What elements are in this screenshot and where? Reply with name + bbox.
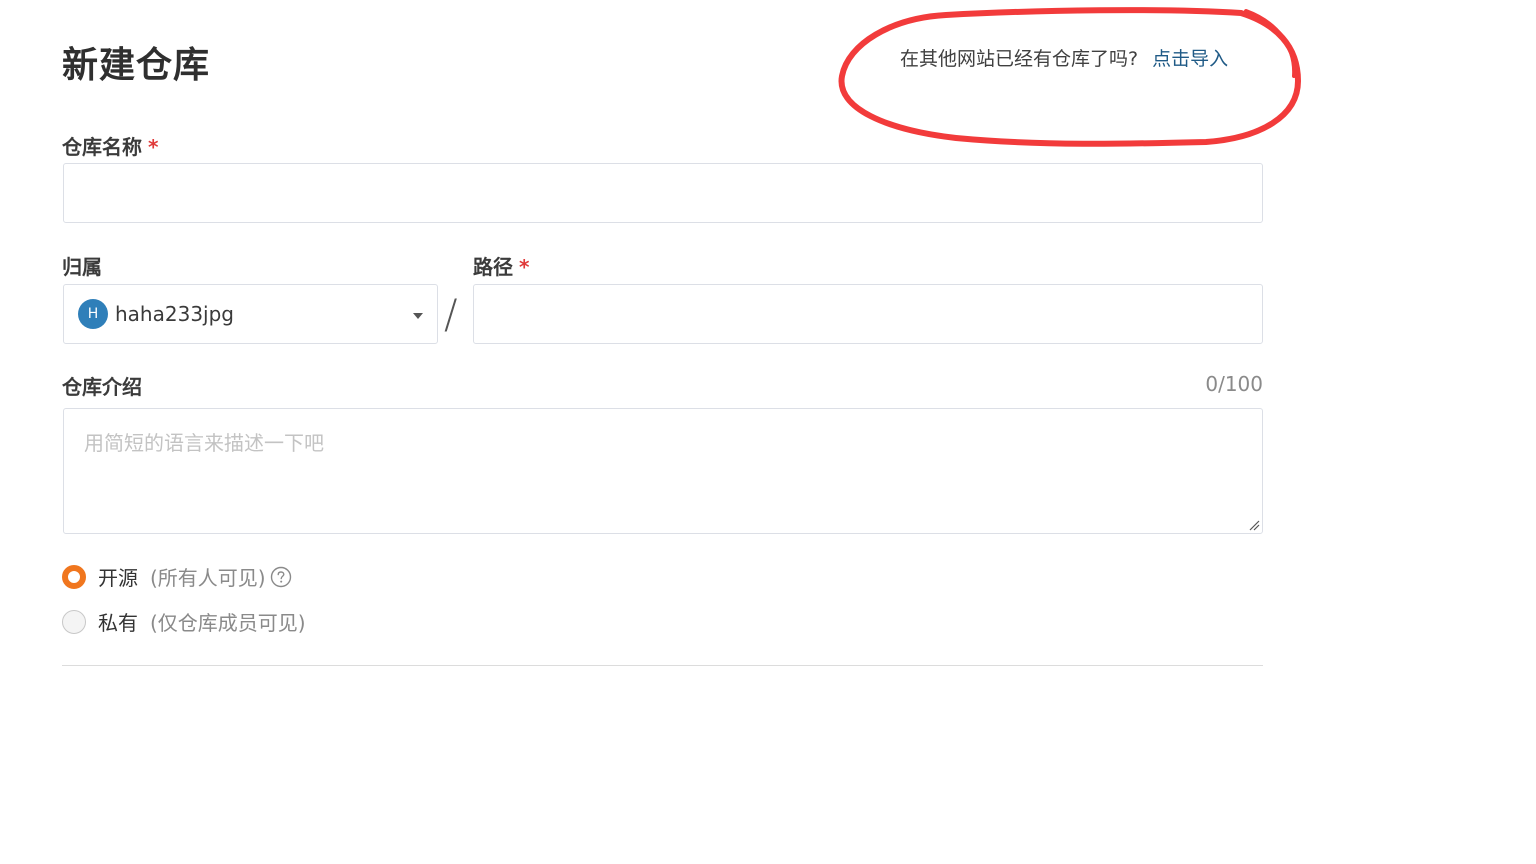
owner-label: 归属 <box>62 255 102 279</box>
owner-name: haha233jpg <box>115 302 234 326</box>
path-separator: / <box>444 292 458 338</box>
radio-public-sub: (所有人可见) <box>150 566 266 590</box>
avatar: H <box>78 299 108 329</box>
path-label: 路径 * <box>473 255 530 279</box>
repo-name-input[interactable] <box>63 163 1263 223</box>
page-title: 新建仓库 <box>62 45 211 86</box>
radio-private-circle[interactable] <box>62 609 86 634</box>
radio-private-label: 私有 <box>98 611 138 635</box>
required-mark: * <box>519 255 530 279</box>
owner-select[interactable]: H haha233jpg <box>63 284 438 344</box>
red-circle-annotation <box>838 7 1302 147</box>
import-hint: 在其他网站已经有仓库了吗? 点击导入 <box>900 44 1228 71</box>
radio-public[interactable]: 开源 (所有人可见) <box>62 562 292 591</box>
caret-down-icon <box>413 313 423 319</box>
divider <box>62 665 1263 666</box>
resize-handle-icon[interactable] <box>1248 519 1260 531</box>
radio-private[interactable]: 私有 (仅仓库成员可见) <box>62 607 306 636</box>
description-placeholder: 用简短的语言来描述一下吧 <box>84 431 324 455</box>
radio-public-label: 开源 <box>98 566 138 590</box>
path-input[interactable] <box>473 284 1263 344</box>
radio-private-sub: (仅仓库成员可见) <box>150 611 306 635</box>
description-counter: 0/100 <box>1205 372 1263 396</box>
repo-name-label: 仓库名称 * <box>62 135 159 159</box>
import-link[interactable]: 点击导入 <box>1152 48 1228 70</box>
radio-public-circle[interactable] <box>62 564 86 589</box>
description-textarea[interactable]: 用简短的语言来描述一下吧 <box>63 408 1263 534</box>
required-mark: * <box>148 135 159 159</box>
help-icon[interactable] <box>270 566 292 588</box>
import-question: 在其他网站已经有仓库了吗? <box>900 48 1139 70</box>
description-label: 仓库介绍 <box>62 375 142 399</box>
